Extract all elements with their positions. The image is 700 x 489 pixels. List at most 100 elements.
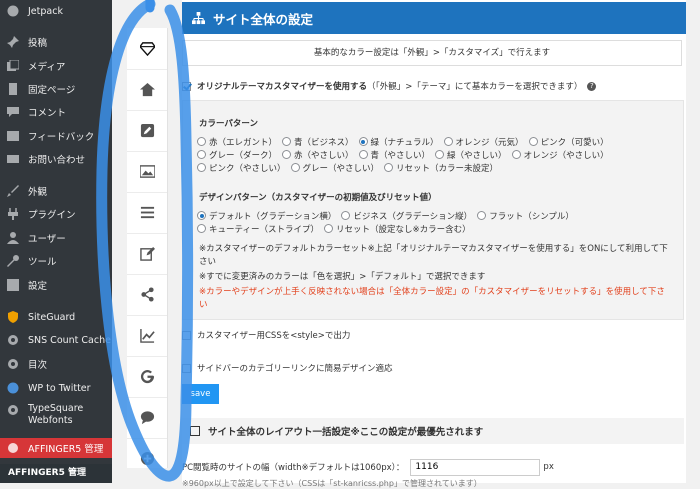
css-output-checkbox[interactable] xyxy=(182,330,191,340)
sidebar-item-jetpack[interactable]: Jetpack xyxy=(0,2,112,20)
section-header-site-settings: サイト全体の設定 xyxy=(182,2,686,34)
color-pattern-radio[interactable] xyxy=(197,137,206,146)
original-customizer-checkbox[interactable] xyxy=(182,81,191,91)
design-pattern-label: デフォルト（グラデーション横） xyxy=(209,212,337,222)
sidebar-item-posts[interactable]: 投稿 xyxy=(0,33,112,51)
jetpack-icon xyxy=(6,4,20,18)
warning-reset: ※カラーやデザインが上手く反映されない場合は「全体カラー設定」の「カスタマイザー… xyxy=(199,287,665,310)
design-pattern-option[interactable]: キューティー（ストライプ） xyxy=(197,224,319,237)
sidebar-item-appearance[interactable]: 外観 xyxy=(0,182,112,200)
help-icon[interactable]: ? xyxy=(587,81,597,91)
color-pattern-radio[interactable] xyxy=(435,150,445,159)
original-customizer-option[interactable]: オリジナルテーマカスタマイザーを使用する （「外観」>「テーマ」にて基本カラーを… xyxy=(182,80,597,92)
shield-icon xyxy=(6,310,20,324)
color-pattern-label: 赤（エレガント） xyxy=(209,138,278,148)
color-pattern-radio[interactable] xyxy=(443,137,453,146)
color-pattern-option[interactable]: オレンジ（元気） xyxy=(443,137,524,150)
design-pattern-radio[interactable] xyxy=(477,211,487,220)
speech-bubble-icon xyxy=(140,410,155,428)
color-pattern-radio[interactable] xyxy=(290,163,300,172)
gear-icon xyxy=(6,403,20,417)
design-pattern-radio[interactable] xyxy=(197,224,206,233)
tab-google[interactable] xyxy=(127,358,167,398)
submenu-title[interactable]: AFFINGER5 管理 xyxy=(0,464,112,483)
color-pattern-label: 青（やさしい） xyxy=(370,151,431,161)
color-pattern-option[interactable]: ピンク（可愛い） xyxy=(528,137,609,150)
sidebar-item-pages[interactable]: 固定ページ xyxy=(0,80,112,98)
share-icon xyxy=(140,286,155,305)
sidebar-item-users[interactable]: ユーザー xyxy=(0,229,112,247)
tab-list[interactable] xyxy=(127,194,167,234)
color-pattern-option[interactable]: グレー（やさしい） xyxy=(290,163,379,176)
color-pattern-radio[interactable] xyxy=(511,150,521,159)
sidebar-item-feedback[interactable]: フィードバック xyxy=(0,127,112,145)
color-pattern-radio[interactable] xyxy=(384,163,394,172)
color-pattern-label: リセット（カラー未設定） xyxy=(396,164,499,174)
sidebar-item-media[interactable]: メディア xyxy=(0,57,112,75)
gear-icon xyxy=(6,357,20,371)
tab-plus[interactable] xyxy=(127,440,167,480)
edit-icon xyxy=(139,246,155,264)
design-pattern-option[interactable]: ビジネス（グラデーション縦） xyxy=(341,211,472,224)
color-pattern-option[interactable]: 青（やさしい） xyxy=(358,150,431,163)
tab-speech[interactable] xyxy=(127,399,167,439)
color-pattern-option[interactable]: 緑（やさしい） xyxy=(435,150,507,163)
user-icon xyxy=(6,231,20,245)
sidebar-category-checkbox[interactable] xyxy=(182,363,191,373)
design-pattern-option[interactable]: デフォルト（グラデーション横） xyxy=(197,211,336,224)
settings-tab-column xyxy=(127,28,168,468)
color-pattern-option[interactable]: 赤（やさしい） xyxy=(282,150,354,163)
color-pattern-option[interactable]: リセット（カラー未設定） xyxy=(384,163,498,176)
design-pattern-radio[interactable] xyxy=(324,224,333,233)
sidebar-item-plugins[interactable]: プラグイン xyxy=(0,205,112,223)
design-pattern-option[interactable]: フラット（シンプル） xyxy=(477,211,574,224)
mail-icon xyxy=(6,152,20,166)
tab-image[interactable] xyxy=(127,153,167,193)
tab-share[interactable] xyxy=(127,276,167,316)
sidebar-item-tools[interactable]: ツール xyxy=(0,252,112,270)
color-pattern-radio[interactable] xyxy=(358,137,368,146)
color-pattern-label: 青（ビジネス） xyxy=(294,138,354,148)
google-icon xyxy=(140,369,155,387)
tab-diamond[interactable] xyxy=(127,30,167,70)
sidebar-item-contact[interactable]: お問い合わせ xyxy=(0,150,112,168)
design-pattern-radio[interactable] xyxy=(341,211,351,220)
tab-home[interactable] xyxy=(127,71,167,111)
color-pattern-radio[interactable] xyxy=(282,150,292,159)
color-pattern-option[interactable]: グレー（ダーク） xyxy=(197,150,277,163)
color-pattern-radio[interactable] xyxy=(528,137,538,146)
color-pattern-radio[interactable] xyxy=(282,137,292,146)
design-pattern-radio[interactable] xyxy=(197,211,206,220)
tab-chart[interactable] xyxy=(127,317,167,357)
sidebar-item-sns-count-cache[interactable]: SNS Count Cache xyxy=(0,331,112,349)
css-output-option[interactable]: カスタマイザー用CSSを<style>で出力 xyxy=(182,329,350,341)
sidebar-item-settings[interactable]: 設定 xyxy=(0,276,112,294)
color-pattern-option[interactable]: 青（ビジネス） xyxy=(282,137,354,150)
image-icon xyxy=(138,164,156,182)
sidebar-item-comments[interactable]: コメント xyxy=(0,103,112,121)
color-pattern-label: ピンク（可愛い） xyxy=(540,138,609,148)
sidebar-item-toc[interactable]: 目次 xyxy=(0,355,112,373)
diamond-icon xyxy=(138,41,156,59)
color-pattern-option[interactable]: 緑（ナチュラル） xyxy=(358,137,439,150)
sidebar-item-affinger5[interactable]: AFFINGER5 管理 xyxy=(0,438,112,458)
color-pattern-label: 赤（やさしい） xyxy=(294,151,354,161)
color-pattern-radio[interactable] xyxy=(197,150,206,159)
color-pattern-option[interactable]: ピンク（やさしい） xyxy=(197,163,286,176)
sidebar-item-wp-to-twitter[interactable]: WP to Twitter xyxy=(0,379,112,397)
tab-edit[interactable] xyxy=(127,235,167,275)
color-pattern-option[interactable]: 赤（エレガント） xyxy=(197,137,277,150)
color-notice: 基本的なカラー設定は「外観」>「カスタマイズ」で行えます xyxy=(182,40,682,66)
color-pattern-radio[interactable] xyxy=(197,163,206,172)
color-pattern-option[interactable]: オレンジ（やさしい） xyxy=(511,150,609,163)
color-pattern-label: 緑（やさしい） xyxy=(447,151,507,161)
save-button[interactable]: save xyxy=(182,384,219,404)
sidebar-category-option[interactable]: サイドバーのカテゴリーリンクに簡易デザイン適応 xyxy=(182,362,393,374)
design-pattern-option[interactable]: リセット（設定なし※カラー含む） xyxy=(324,224,471,237)
sitemap-icon xyxy=(192,11,205,25)
sidebar-item-typesquare[interactable]: TypeSquare Webfonts xyxy=(0,403,112,429)
sidebar-item-siteguard[interactable]: SiteGuard xyxy=(0,308,112,326)
pc-width-input[interactable] xyxy=(410,458,541,476)
tab-pencil[interactable] xyxy=(127,112,167,152)
color-pattern-radio[interactable] xyxy=(358,150,368,159)
